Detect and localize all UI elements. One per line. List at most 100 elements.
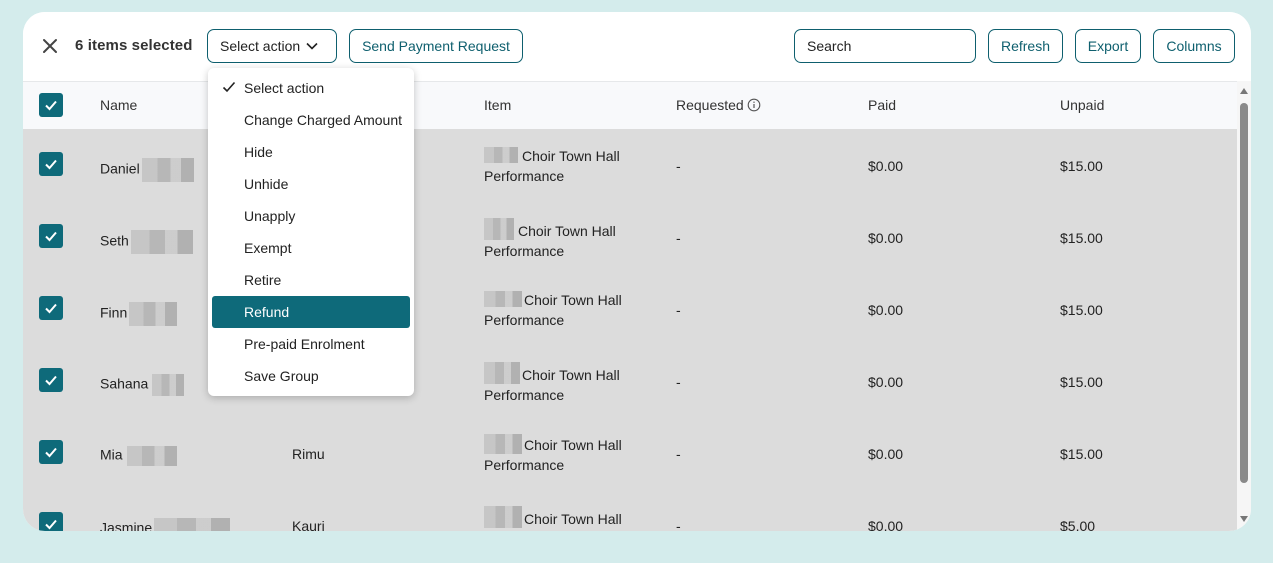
scrollbar-thumb[interactable] [1240,103,1248,483]
student-name: Sahana [100,375,149,392]
item-title: Choir Town Hall [524,437,622,453]
row-checkbox[interactable] [39,512,63,531]
selection-count: 6 items selected [75,37,193,54]
row-unpaid: $15.00 [1060,446,1103,462]
item-title: Choir Town Hall [524,511,622,527]
row-paid: $0.00 [868,446,904,462]
item-title: Choir Town Hall [522,148,620,164]
student-name: Jasmine [100,519,153,531]
menu-item-select-action[interactable]: Select action [212,72,410,104]
item-subtitle: Performance [484,387,565,403]
menu-item-refund[interactable]: Refund [212,296,410,328]
menu-item-retire[interactable]: Retire [212,264,410,296]
columns-button[interactable]: Columns [1153,29,1235,63]
checkmark-icon [45,447,57,458]
info-icon[interactable] [747,98,761,112]
select-action-label: Select action [220,38,301,54]
row-checkbox[interactable] [39,152,63,176]
row-name: Jasmine [100,518,231,531]
redacted-item-prefix [484,362,520,384]
menu-item-label: Change Charged Amount [244,112,402,128]
row-unpaid: $15.00 [1060,230,1103,246]
table-row[interactable]: Seth Choir Town Hall Performance - $0.00 … [23,201,1237,273]
redacted-item-prefix [484,147,518,163]
search-input[interactable] [794,29,976,63]
redacted-item-prefix [484,291,522,307]
checkmark-icon [45,519,57,530]
menu-item-exempt[interactable]: Exempt [212,232,410,264]
checkmark-icon [45,303,57,314]
menu-item-label: Select action [244,80,325,96]
row-unpaid: $15.00 [1060,374,1103,390]
table-row[interactable]: Mia Rimu Choir Town Hall Performance - $0… [23,417,1237,489]
menu-item-label: Exempt [244,240,292,256]
item-title: Choir Town Hall [522,367,620,383]
menu-item-pre-paid-enrolment[interactable]: Pre-paid Enrolment [212,328,410,360]
item-subtitle: Performance [484,168,565,184]
column-header-item[interactable]: Item [484,97,511,113]
row-checkbox[interactable] [39,296,63,320]
row-item: Choir Town Hall Performance [484,290,654,330]
select-action-dropdown[interactable]: Select action [207,29,337,63]
menu-item-change-charged-amount[interactable]: Change Charged Amount [212,104,410,136]
table-row[interactable]: Jasmine Kauri Choir Town Hall - $0.00 $5… [23,489,1237,531]
selection-toolbar: 6 items selected Select action Send Paym… [23,12,1251,81]
send-payment-request-button[interactable]: Send Payment Request [349,29,523,63]
menu-item-label: Save Group [244,368,319,384]
column-header-requested[interactable]: Requested [676,97,761,113]
menu-item-label: Unhide [244,176,289,192]
menu-item-label: Pre-paid Enrolment [244,336,365,352]
row-checkbox[interactable] [39,224,63,248]
checkmark-icon [45,231,57,242]
table-row[interactable]: Finn Choir Town Hall Performance - $0.00 … [23,273,1237,345]
redacted-surname [141,158,194,182]
column-header-unpaid[interactable]: Unpaid [1060,97,1104,113]
close-icon[interactable] [39,35,61,57]
redacted-item-prefix [484,434,522,454]
row-item: Choir Town Hall Performance [484,362,654,405]
row-name: Daniel [100,158,194,182]
item-subtitle: Performance [484,312,565,328]
scroll-up-arrow-icon[interactable] [1240,88,1248,94]
vertical-scrollbar[interactable] [1237,81,1251,531]
export-button[interactable]: Export [1075,29,1141,63]
redacted-item-prefix [484,506,522,528]
requested-header-label: Requested [676,97,744,113]
menu-item-unhide[interactable]: Unhide [212,168,410,200]
menu-item-hide[interactable]: Hide [212,136,410,168]
table-row[interactable]: Daniel Choir Town Hall Performance - $0.0… [23,129,1237,201]
redacted-surname [129,302,178,326]
table-row[interactable]: Sahana Choir Town Hall Performance - $0.0… [23,345,1237,417]
column-header-name[interactable]: Name [100,97,137,113]
refresh-button[interactable]: Refresh [988,29,1063,63]
column-header-paid[interactable]: Paid [868,97,896,113]
row-requested: - [676,446,681,462]
scroll-down-arrow-icon[interactable] [1240,516,1248,522]
row-name: Sahana [100,374,185,396]
row-checkbox[interactable] [39,368,63,392]
row-requested: - [676,230,681,246]
menu-item-label: Hide [244,144,273,160]
item-title: Choir Town Hall [524,292,622,308]
row-item: Choir Town Hall Performance [484,146,654,186]
student-name: Seth [100,232,129,249]
row-item: Choir Town Hall Performance [484,218,654,261]
row-unpaid: $5.00 [1060,518,1096,531]
redacted-surname [126,446,177,466]
table-body: Daniel Choir Town Hall Performance - $0.0… [23,129,1237,531]
menu-item-save-group[interactable]: Save Group [212,360,410,392]
row-item: Choir Town Hall Performance [484,434,654,475]
select-all-checkbox[interactable] [39,93,63,117]
select-action-menu: Select action Change Charged Amount Hide… [208,68,414,396]
row-requested: - [676,374,681,390]
menu-item-unapply[interactable]: Unapply [212,200,410,232]
checkmark-icon [45,159,57,170]
redacted-surname [152,374,185,396]
row-paid: $0.00 [868,518,904,531]
student-name: Mia [100,446,123,463]
row-checkbox[interactable] [39,440,63,464]
checkmark-icon [45,100,57,111]
row-requested: - [676,518,681,531]
row-paid: $0.00 [868,374,904,390]
redacted-item-prefix [484,218,514,240]
